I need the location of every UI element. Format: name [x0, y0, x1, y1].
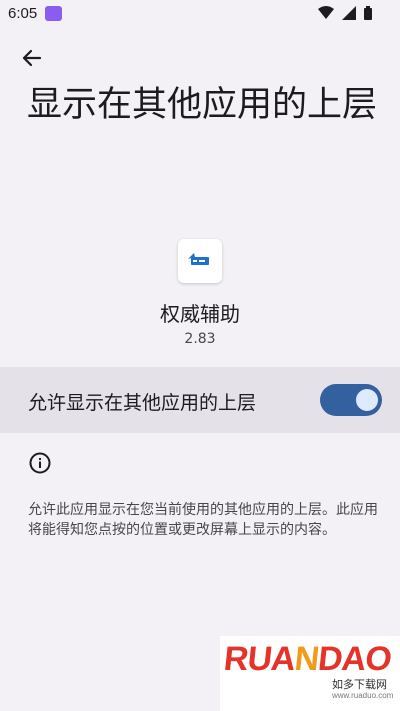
back-arrow-icon[interactable] — [18, 46, 46, 70]
app-logo-icon — [188, 253, 209, 265]
watermark: RUANDAO 如多下载网 www.ruaduo.com — [220, 636, 400, 711]
app-icon — [178, 239, 222, 283]
battery-icon — [364, 6, 372, 20]
signal-icon — [342, 6, 356, 20]
app-version: 2.83 — [184, 331, 216, 347]
status-bar: 6:05 — [0, 0, 400, 28]
permission-toggle-label: 允许显示在其他应用的上层 — [28, 392, 257, 414]
status-icons — [318, 6, 372, 20]
status-time: 6:05 — [8, 5, 38, 22]
watermark-logo: RUANDAO — [222, 640, 393, 678]
permission-description: 允许此应用显示在您当前使用的其他应用的上层。此应用将能得知您点按的位置或更改屏幕… — [28, 502, 378, 538]
watermark-subtitle: 如多下载网 — [332, 678, 387, 691]
app-name: 权威辅助 — [160, 302, 240, 326]
page-title: 显示在其他应用的上层 — [27, 85, 378, 125]
switch-knob — [356, 389, 378, 411]
notification-app-icon — [45, 6, 62, 21]
wifi-icon — [318, 6, 334, 19]
watermark-url: www.ruaduo.com — [332, 691, 394, 700]
info-icon — [29, 452, 51, 474]
